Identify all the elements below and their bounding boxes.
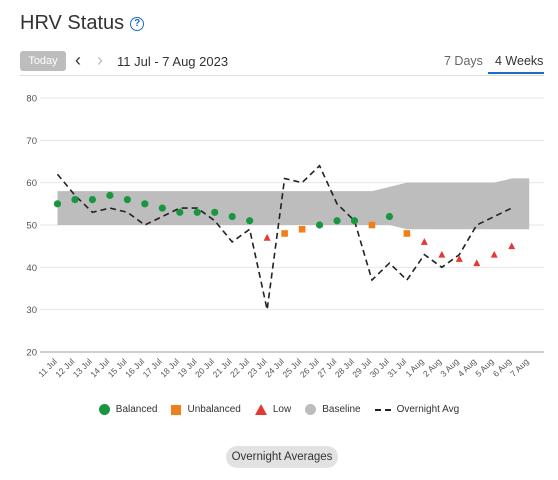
legend-label-unbalanced: Unbalanced <box>187 404 241 415</box>
point-balanced-5 <box>141 200 149 208</box>
point-balanced-11 <box>246 217 254 225</box>
x-tick-label-27: 7 Aug <box>508 356 531 379</box>
legend-item-overnight-avg: Overnight Avg <box>374 404 460 415</box>
x-tick-label-25: 5 Aug <box>473 356 496 379</box>
point-unbalanced-14 <box>298 225 306 233</box>
legend-item-unbalanced: Unbalanced <box>171 404 241 415</box>
point-unbalanced-20 <box>403 230 411 237</box>
point-unbalanced-18 <box>368 221 376 229</box>
legend-marker-overnight-avg <box>374 408 391 411</box>
point-low-22 <box>438 250 446 258</box>
point-low-24 <box>473 259 481 267</box>
point-unbalanced-13 <box>281 230 288 237</box>
point-balanced-7 <box>176 208 184 216</box>
y-tick-label-60: 60 <box>26 178 37 189</box>
point-balanced-1 <box>71 196 79 204</box>
point-balanced-3 <box>106 191 114 199</box>
y-tick-label-40: 40 <box>26 263 37 274</box>
legend-marker-low <box>254 404 267 415</box>
legend-label-balanced: Balanced <box>115 404 158 415</box>
legend-marker-unbalanced <box>171 404 182 415</box>
point-low-26 <box>508 242 516 250</box>
y-tick-label-80: 80 <box>26 94 37 105</box>
y-tick-label-30: 30 <box>26 305 37 316</box>
legend-item-baseline: Baseline <box>305 404 361 415</box>
point-balanced-19 <box>385 212 394 221</box>
point-balanced-10 <box>228 212 236 221</box>
legend-label-low: Low <box>272 404 292 415</box>
overnight-averages-button[interactable]: Overnight Averages <box>226 446 338 468</box>
x-tick-label-22: 2 Aug <box>421 356 444 379</box>
x-tick-label-26: 6 Aug <box>491 356 514 379</box>
point-balanced-8 <box>193 208 201 216</box>
legend-label-baseline: Baseline <box>322 404 361 415</box>
point-balanced-15 <box>315 221 324 229</box>
legend-marker-baseline <box>305 404 317 415</box>
point-balanced-9 <box>211 208 219 216</box>
x-tick-label-20: 31 Jul <box>385 356 408 379</box>
y-tick-label-20: 20 <box>26 348 37 359</box>
point-balanced-16 <box>333 217 341 225</box>
point-balanced-0 <box>53 200 62 208</box>
x-tick-label-21: 1 Aug <box>403 356 426 379</box>
hrv-chart: 2030405060708011 Jul12 Jul13 Jul14 Jul15… <box>26 94 544 379</box>
legend-label-overnight-avg: Overnight Avg <box>396 404 460 415</box>
x-tick-label-24: 4 Aug <box>456 356 479 379</box>
point-balanced-6 <box>158 204 166 212</box>
legend-item-low: Low <box>254 404 292 415</box>
point-balanced-4 <box>123 196 131 204</box>
legend-marker-balanced <box>98 404 110 415</box>
y-tick-label-50: 50 <box>26 221 37 232</box>
baseline-band <box>57 178 530 230</box>
y-tick-label-70: 70 <box>26 136 37 147</box>
legend-item-balanced: Balanced <box>98 404 158 415</box>
point-low-25 <box>490 250 498 258</box>
point-low-12 <box>263 233 271 241</box>
chart-legend: Balanced Unbalanced Low Baseline Overnig… <box>0 404 558 415</box>
x-tick-label-23: 3 Aug <box>438 356 461 379</box>
point-balanced-2 <box>88 196 97 204</box>
point-balanced-17 <box>350 217 359 225</box>
point-low-21 <box>420 238 428 245</box>
